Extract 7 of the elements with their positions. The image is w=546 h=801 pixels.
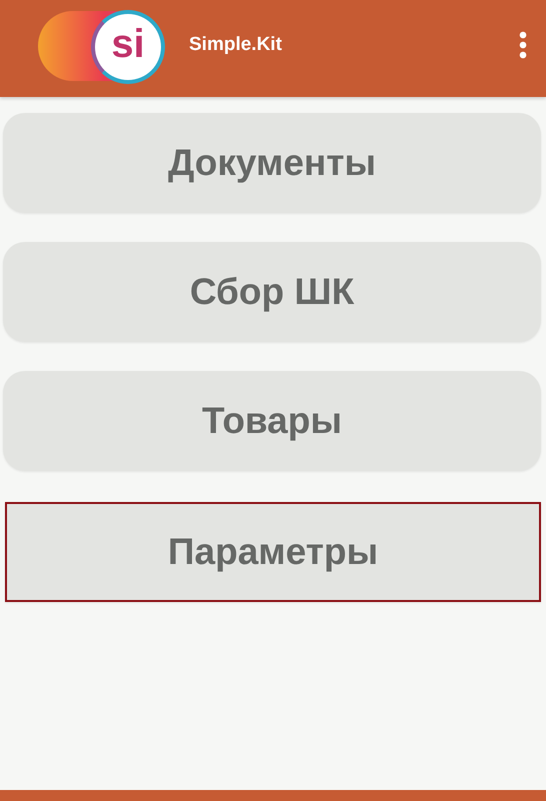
menu-button[interactable]: Документы	[3, 113, 541, 213]
menu-button[interactable]: Товары	[3, 371, 541, 471]
menu-button[interactable]: Параметры	[5, 502, 541, 602]
more-options-icon[interactable]	[518, 30, 528, 58]
logo-badge: si	[91, 10, 165, 84]
menu-button[interactable]: Сбор ШК	[3, 242, 541, 342]
app-title: Simple.Kit	[189, 34, 283, 56]
